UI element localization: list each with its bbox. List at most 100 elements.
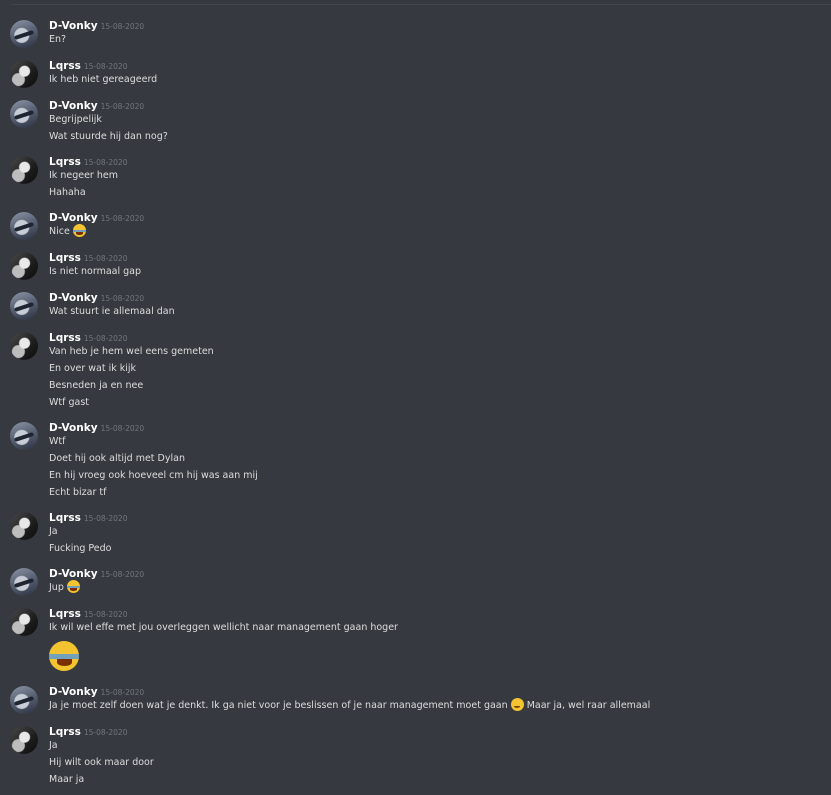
message-line: Maar ja: [49, 771, 831, 789]
message-text: Maar ja: [49, 774, 85, 785]
timestamp: 15-08-2020: [100, 570, 145, 579]
timestamp: 15-08-2020: [100, 102, 145, 111]
message-text: Jup: [49, 582, 64, 593]
message-text: Ja je moet zelf doen wat je denkt. Ik ga…: [49, 700, 508, 711]
message-header: D-Vonky 15-08-2020: [49, 418, 831, 434]
message-text: Van heb je hem wel eens gemeten: [49, 346, 214, 357]
messages-container: D-Vonky 15-08-2020 En? Lqrss 15-08-2020 Ik he…: [0, 16, 831, 795]
timestamp: 15-08-2020: [100, 214, 145, 223]
message-group: D-Vonky 15-08-2020 Wat stuurt ie allemaal …: [0, 288, 831, 322]
message-line: Ja je moet zelf doen wat je denkt. Ik ga…: [49, 697, 831, 715]
message-text: Wat stuurde hij dan nog?: [49, 131, 168, 142]
timestamp: 15-08-2020: [83, 62, 128, 71]
message-line: Besneden ja en nee: [49, 377, 831, 395]
message-text: En over wat ik kijk: [49, 363, 137, 374]
message-text: Hahaha: [49, 187, 86, 198]
message-group: Lqrss 15-08-2020 Is niet normaal gap: [0, 248, 831, 282]
message-line: En over wat ik kijk: [49, 360, 831, 378]
message-text: En hij vroeg ook hoeveel cm hij was aan …: [49, 470, 258, 481]
chat-message-list[interactable]: D-Vonky 15-08-2020 En? Lqrss 15-08-2020 Ik he…: [0, 0, 831, 795]
message-text: Nice: [49, 226, 70, 237]
message-group: Lqrss 15-08-2020 Ik heb niet gereageerd: [0, 56, 831, 90]
message-group: Lqrss 15-08-2020 Ja Hij wilt ook maar door M…: [0, 722, 831, 789]
timestamp: 15-08-2020: [83, 728, 128, 737]
message-text: Ja: [49, 740, 58, 751]
message-line: Echt bizar tf: [49, 484, 831, 502]
message-group: Lqrss 15-08-2020 Ja Fucking Pedo: [0, 508, 831, 558]
joy-emoji: [66, 580, 80, 593]
avatar[interactable]: [10, 512, 38, 540]
message-header: D-Vonky 15-08-2020: [49, 208, 831, 224]
message-line: Is niet normaal gap: [49, 263, 831, 281]
message-line: Doet hij ook altijd met Dylan: [49, 450, 831, 468]
message-header: D-Vonky 15-08-2020: [49, 564, 831, 580]
message-header: D-Vonky 15-08-2020: [49, 16, 831, 32]
message-text: En?: [49, 34, 67, 45]
message-line: Ik negeer hem: [49, 167, 831, 185]
message-text: Ik heb niet gereageerd: [49, 74, 158, 85]
avatar[interactable]: [10, 292, 38, 320]
message-text: Is niet normaal gap: [49, 266, 142, 277]
message-line: Wtf gast: [49, 394, 831, 412]
message-line: Ik heb niet gereageerd: [49, 71, 831, 89]
message-line: Hahaha: [49, 184, 831, 202]
message-line: Jup: [49, 579, 831, 597]
message-group: Lqrss 15-08-2020 Van heb je hem wel eens g…: [0, 328, 831, 412]
message-group: D-Vonky 15-08-2020 Nice: [0, 208, 831, 242]
timestamp: 15-08-2020: [83, 158, 128, 167]
message-text: Maar ja, wel raar allemaal: [526, 700, 651, 711]
message-header: D-Vonky 15-08-2020: [49, 682, 831, 698]
avatar[interactable]: [10, 100, 38, 128]
message-text: Fucking Pedo: [49, 543, 112, 554]
avatar[interactable]: [10, 212, 38, 240]
message-line: Wat stuurt ie allemaal dan: [49, 303, 831, 321]
joy-emoji: [49, 640, 79, 671]
message-text: Besneden ja en nee: [49, 380, 144, 391]
avatar[interactable]: [10, 156, 38, 184]
message-header: Lqrss 15-08-2020: [49, 604, 831, 620]
message-header: Lqrss 15-08-2020: [49, 248, 831, 264]
avatar[interactable]: [10, 686, 38, 714]
message-line: Begrijpelijk: [49, 111, 831, 129]
avatar[interactable]: [10, 252, 38, 280]
message-text: Wtf: [49, 436, 66, 447]
avatar[interactable]: [10, 332, 38, 360]
message-group: Lqrss 15-08-2020 Ik negeer hem Hahaha: [0, 152, 831, 202]
message-text: Ik wil wel effe met jou overleggen welli…: [49, 622, 398, 633]
timestamp: 15-08-2020: [83, 254, 128, 263]
message-line: Wtf: [49, 433, 831, 451]
message-line: Hij wilt ook maar door: [49, 754, 831, 772]
message-line: [49, 636, 831, 676]
message-text: Hij wilt ook maar door: [49, 757, 154, 768]
joy-emoji: [72, 224, 86, 237]
timestamp: 15-08-2020: [100, 688, 145, 697]
timestamp: 15-08-2020: [83, 334, 128, 343]
message-line: En hij vroeg ook hoeveel cm hij was aan …: [49, 467, 831, 485]
timestamp: 15-08-2020: [100, 424, 145, 433]
message-text: Begrijpelijk: [49, 114, 102, 125]
avatar[interactable]: [10, 608, 38, 636]
message-line: Fucking Pedo: [49, 540, 831, 558]
avatar[interactable]: [10, 726, 38, 754]
message-header: Lqrss 15-08-2020: [49, 508, 831, 524]
message-group: Lqrss 15-08-2020 Ik wil wel effe met jou o…: [0, 604, 831, 676]
avatar[interactable]: [10, 568, 38, 596]
message-group: D-Vonky 15-08-2020 Ja je moet zelf doen wa…: [0, 682, 831, 716]
message-line: Van heb je hem wel eens gemeten: [49, 343, 831, 361]
top-divider: [12, 4, 831, 5]
avatar[interactable]: [10, 60, 38, 88]
message-text: Ja: [49, 526, 58, 537]
timestamp: 15-08-2020: [83, 610, 128, 619]
message-text: Doet hij ook altijd met Dylan: [49, 453, 185, 464]
message-line: Ik wil wel effe met jou overleggen welli…: [49, 619, 831, 637]
message-header: D-Vonky 15-08-2020: [49, 288, 831, 304]
message-group: D-Vonky 15-08-2020 En?: [0, 16, 831, 50]
message-text: Echt bizar tf: [49, 487, 107, 498]
avatar[interactable]: [10, 422, 38, 450]
message-header: D-Vonky 15-08-2020: [49, 96, 831, 112]
avatar[interactable]: [10, 20, 38, 48]
message-header: Lqrss 15-08-2020: [49, 152, 831, 168]
message-group: D-Vonky 15-08-2020 Begrijpelijk Wat stuurde…: [0, 96, 831, 146]
message-group: D-Vonky 15-08-2020 Jup: [0, 564, 831, 598]
